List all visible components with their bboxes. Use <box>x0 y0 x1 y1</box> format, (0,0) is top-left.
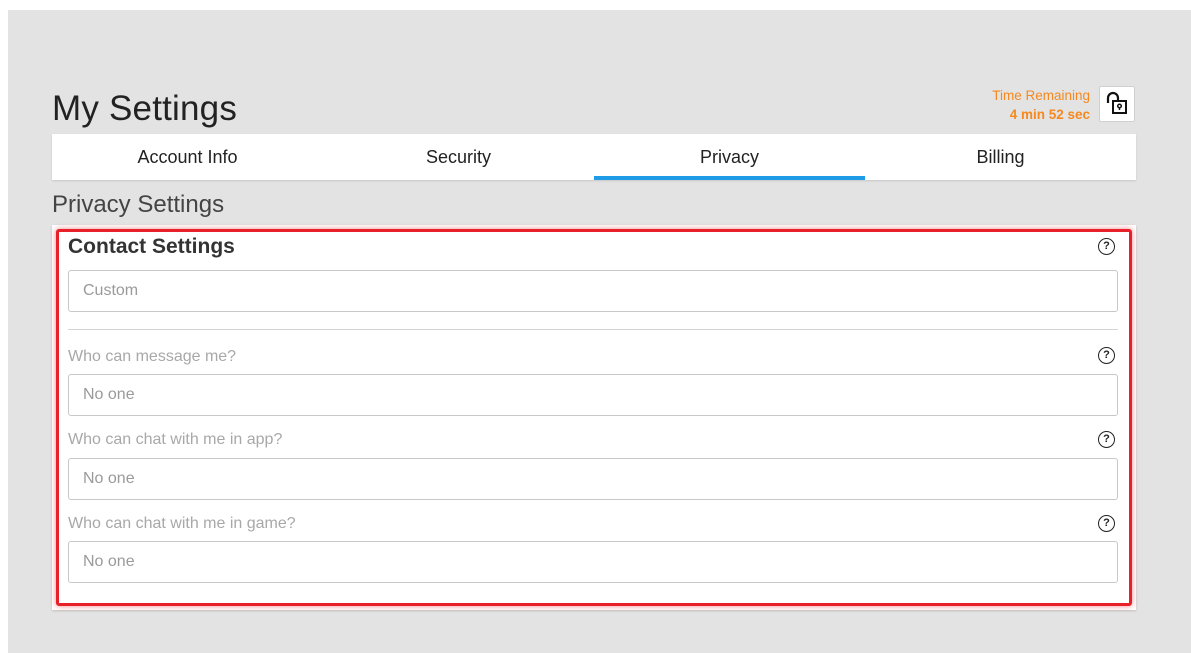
help-icon[interactable]: ? <box>1098 238 1115 255</box>
divider <box>68 329 1118 330</box>
section-title: Privacy Settings <box>52 191 225 218</box>
message-me-select[interactable]: No one <box>68 374 1118 416</box>
contact-settings-card: Contact Settings ? Custom Who can messag… <box>52 225 1136 610</box>
chat-in-game-label: Who can chat with me in game? <box>68 515 296 532</box>
tab-account-info[interactable]: Account Info <box>52 134 323 180</box>
chat-in-app-label: Who can chat with me in app? <box>68 431 283 448</box>
tab-security[interactable]: Security <box>323 134 594 180</box>
help-icon[interactable]: ? <box>1098 431 1115 448</box>
chat-in-app-select[interactable]: No one <box>68 458 1118 500</box>
chat-in-game-select[interactable]: No one <box>68 541 1118 583</box>
unlock-icon <box>1106 91 1127 114</box>
message-me-label: Who can message me? <box>68 348 237 365</box>
help-icon[interactable]: ? <box>1098 347 1115 364</box>
contact-settings-select[interactable]: Custom <box>68 270 1118 312</box>
time-remaining-label: Time Remaining <box>992 88 1090 103</box>
tab-privacy[interactable]: Privacy <box>594 134 865 180</box>
time-remaining: Time Remaining 4 min 52 sec <box>992 86 1090 124</box>
page-title: My Settings <box>52 89 238 128</box>
tab-billing[interactable]: Billing <box>865 134 1136 180</box>
time-remaining-value: 4 min 52 sec <box>1009 107 1090 122</box>
settings-tabs: Account Info Security Privacy Billing <box>52 134 1136 180</box>
lock-button[interactable] <box>1099 86 1135 122</box>
contact-settings-heading: Contact Settings <box>68 235 235 258</box>
help-icon[interactable]: ? <box>1098 515 1115 532</box>
